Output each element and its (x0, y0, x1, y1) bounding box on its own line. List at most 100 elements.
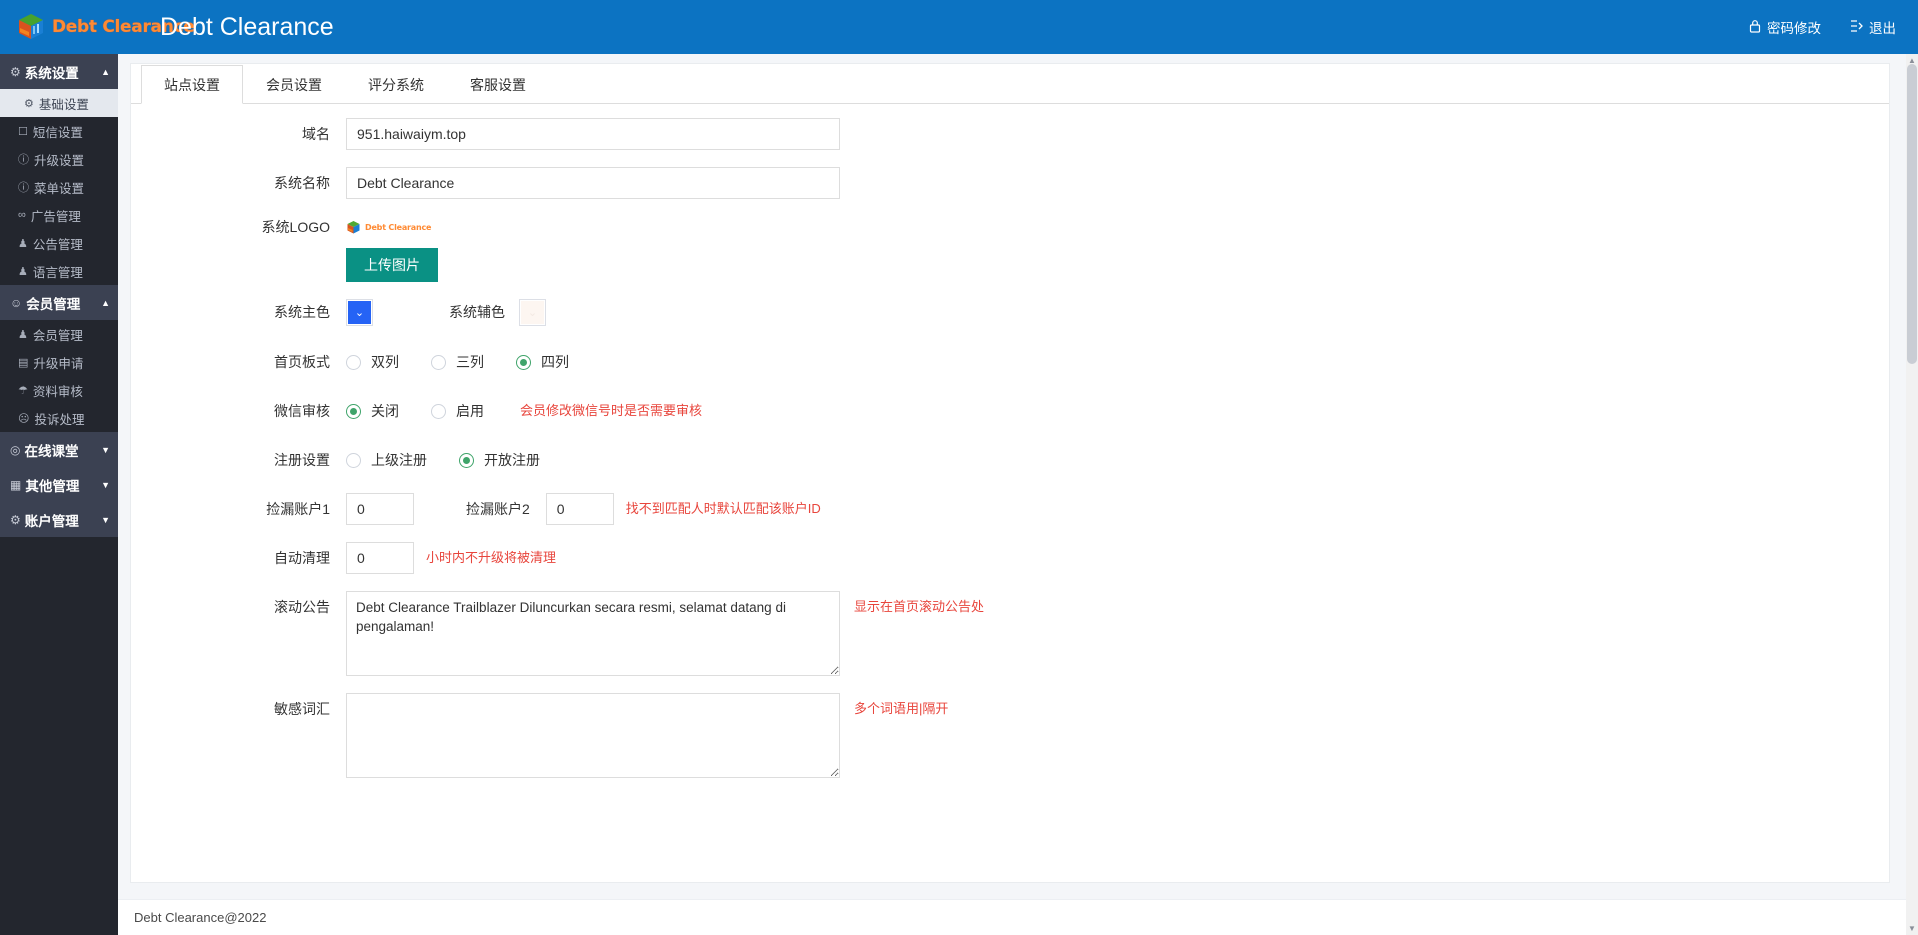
sidebar-item-language-management[interactable]: ♟ 语言管理 (0, 257, 118, 285)
users-icon: ☺ (10, 296, 22, 310)
sidebar-group-member-management[interactable]: ☺ 会员管理 ▲ (0, 285, 118, 320)
sidebar-group-label: 在线课堂 (24, 440, 78, 460)
sidebar-item-member-management[interactable]: ♟ 会员管理 (0, 320, 118, 348)
sidebar-item-upgrade-application[interactable]: ▤ 升级申请 (0, 348, 118, 376)
radio-label[interactable]: 双列 (371, 352, 399, 372)
sidebar-item-label: 会员管理 (33, 325, 83, 344)
user-icon: ♟ (18, 328, 28, 341)
leak-account-2-input[interactable] (546, 493, 614, 525)
secondary-color-picker[interactable]: ⌄ (519, 299, 546, 326)
sidebar-item-label: 升级设置 (34, 150, 84, 169)
tab-customer-service-settings[interactable]: 客服设置 (447, 65, 549, 104)
form-row-wechat-audit: 微信审核 关闭 启用 会员修改微信号时是否需要审核 (131, 395, 1889, 427)
settings-card: 站点设置 会员设置 评分系统 客服设置 域名 系统名称 (130, 63, 1890, 883)
radio-wechat-audit-on[interactable] (431, 404, 446, 419)
home-layout-label: 首页板式 (131, 346, 346, 378)
form-row-colors: 系统主色 ⌄ 系统辅色 ⌄ (131, 296, 1889, 328)
radio-label[interactable]: 三列 (456, 352, 484, 372)
shield-icon: ☂ (18, 384, 28, 397)
sidebar-item-label: 短信设置 (33, 122, 83, 141)
leak-account-1-label: 捡漏账户1 (131, 493, 346, 525)
bell-icon: ♟ (18, 237, 28, 250)
radio-label[interactable]: 关闭 (371, 401, 399, 421)
tab-member-settings[interactable]: 会员设置 (243, 65, 345, 104)
logout-link[interactable]: 退出 (1849, 17, 1896, 37)
tab-site-settings[interactable]: 站点设置 (141, 65, 243, 104)
sidebar-item-profile-review[interactable]: ☂ 资料审核 (0, 376, 118, 404)
chevron-down-icon: ▼ (101, 480, 110, 490)
sidebar-item-basic-settings[interactable]: ⚙ 基础设置 (0, 89, 118, 117)
sensitive-words-label: 敏感词汇 (131, 693, 346, 725)
password-change-label: 密码修改 (1767, 17, 1821, 37)
sidebar-group-online-classroom[interactable]: ◎ 在线课堂 ▼ (0, 432, 118, 467)
radio-home-layout-three-col[interactable] (431, 355, 446, 370)
sidebar-item-sms-settings[interactable]: ☐ 短信设置 (0, 117, 118, 145)
sidebar-item-label: 菜单设置 (34, 178, 84, 197)
form-row-leak-accounts: 捡漏账户1 捡漏账户2 找不到匹配人时默认匹配该账户ID (131, 493, 1889, 525)
radio-label[interactable]: 四列 (541, 352, 569, 372)
sidebar-item-label: 投诉处理 (34, 409, 84, 428)
primary-color-picker[interactable]: ⌄ (346, 299, 373, 326)
up-circle-icon: ⓘ (18, 151, 29, 167)
secondary-color-label: 系统辅色 (449, 296, 505, 328)
radio-wechat-audit-off[interactable] (346, 404, 361, 419)
main-content: 站点设置 会员设置 评分系统 客服设置 域名 系统名称 (118, 54, 1918, 935)
settings-tabbar: 站点设置 会员设置 评分系统 客服设置 (131, 64, 1889, 104)
scrollbar-thumb[interactable] (1907, 64, 1917, 364)
tab-label: 评分系统 (368, 75, 424, 95)
password-change-link[interactable]: 密码修改 (1749, 17, 1821, 37)
home-layout-radio-group: 双列 三列 四列 (346, 346, 591, 378)
sidebar-group-label: 其他管理 (25, 475, 79, 495)
sidebar-group-other-management[interactable]: ▦ 其他管理 ▼ (0, 467, 118, 502)
wechat-audit-hint: 会员修改微信号时是否需要审核 (520, 395, 702, 427)
sidebar-item-menu-settings[interactable]: ⓘ 菜单设置 (0, 173, 118, 201)
radio-register-by-superior[interactable] (346, 453, 361, 468)
form-row-domain: 域名 (131, 118, 1889, 150)
sliders-icon: ⚙ (10, 65, 21, 79)
tab-label: 会员设置 (266, 75, 322, 95)
scroll-down-icon[interactable]: ▼ (1908, 924, 1916, 933)
sidebar-item-ad-management[interactable]: ∞ 广告管理 (0, 201, 118, 229)
form-row-scroll-notice: 滚动公告 Debt Clearance Trailblazer Diluncur… (131, 591, 1889, 676)
system-name-input[interactable] (346, 167, 840, 199)
sidebar-item-complaint-handling[interactable]: ☹ 投诉处理 (0, 404, 118, 432)
sidebar-item-label: 资料审核 (33, 381, 83, 400)
domain-input[interactable] (346, 118, 840, 150)
radio-label[interactable]: 启用 (456, 401, 484, 421)
sidebar-item-label: 语言管理 (33, 262, 83, 281)
radio-home-layout-four-col[interactable] (516, 355, 531, 370)
leak-account-hint: 找不到匹配人时默认匹配该账户ID (626, 493, 821, 525)
sensitive-words-hint: 多个词语用|隔开 (854, 699, 948, 719)
radio-label[interactable]: 开放注册 (484, 450, 540, 470)
tab-label: 客服设置 (470, 75, 526, 95)
sidebar-item-label: 基础设置 (39, 94, 89, 113)
compass-icon: ◎ (10, 443, 20, 457)
chevron-down-icon: ▼ (101, 445, 110, 455)
form-row-auto-clean: 自动清理 小时内不升级将被清理 (131, 542, 1889, 574)
brand-logo[interactable]: Debt Clearance (0, 0, 118, 54)
auto-clean-input[interactable] (346, 542, 414, 574)
sidebar-group-label: 会员管理 (26, 293, 80, 313)
radio-register-open[interactable] (459, 453, 474, 468)
gear-icon: ⚙ (24, 97, 34, 110)
bell-icon: ♟ (18, 265, 28, 278)
sensitive-words-textarea[interactable] (346, 693, 840, 778)
scroll-notice-textarea[interactable]: Debt Clearance Trailblazer Diluncurkan s… (346, 591, 840, 676)
sidebar-group-system-settings[interactable]: ⚙ 系统设置 ▲ (0, 54, 118, 89)
leak-account-1-input[interactable] (346, 493, 414, 525)
radio-home-layout-two-col[interactable] (346, 355, 361, 370)
sidebar-group-account-management[interactable]: ⚙ 账户管理 ▼ (0, 502, 118, 537)
tab-rating-system[interactable]: 评分系统 (345, 65, 447, 104)
sidebar-item-label: 升级申请 (33, 353, 83, 372)
up-circle-icon: ⓘ (18, 179, 29, 195)
radio-label[interactable]: 上级注册 (371, 450, 427, 470)
sidebar-item-label: 公告管理 (33, 234, 83, 253)
sidebar-item-label: 广告管理 (31, 206, 81, 225)
logo-thumbnail[interactable]: Debt Clearance (346, 216, 431, 238)
upload-image-button[interactable]: 上传图片 (346, 248, 438, 282)
sidebar-item-announcement-management[interactable]: ♟ 公告管理 (0, 229, 118, 257)
auto-clean-hint: 小时内不升级将被清理 (426, 542, 556, 574)
chevron-up-icon: ▲ (101, 67, 110, 77)
sidebar-item-upgrade-settings[interactable]: ⓘ 升级设置 (0, 145, 118, 173)
page-scrollbar[interactable]: ▲ ▼ (1906, 54, 1918, 935)
